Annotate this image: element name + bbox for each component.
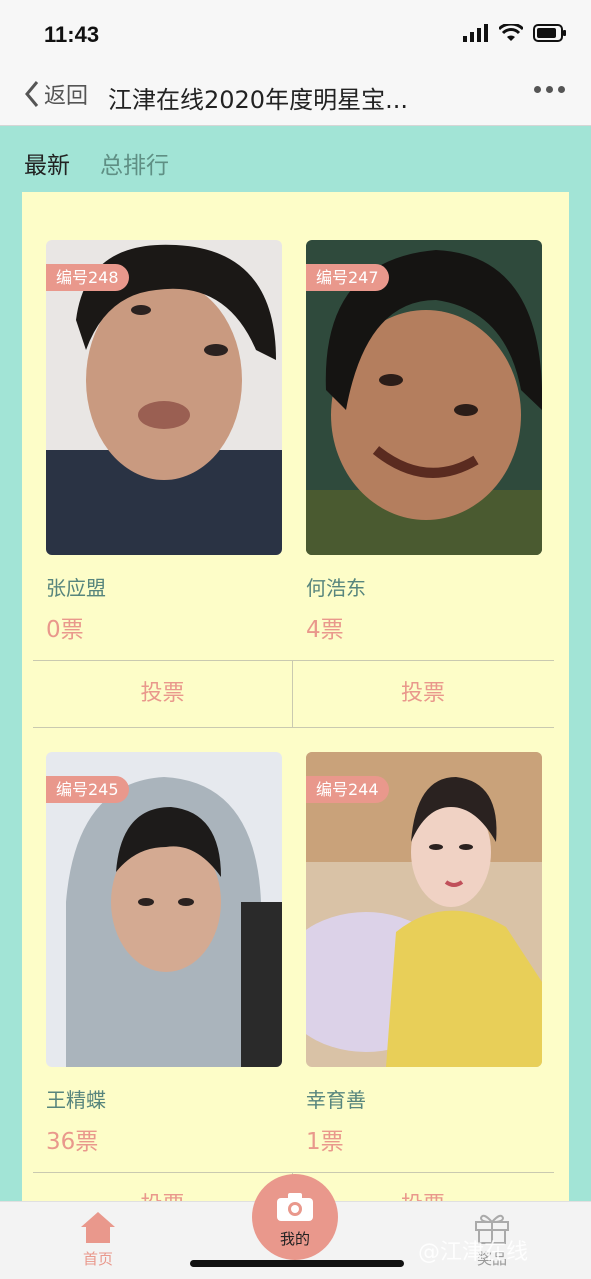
contestant-votes: 1票 [306,1129,344,1155]
contestant-number-badge: 编号248 [46,264,129,291]
contestant-name: 幸育善 [306,1088,366,1112]
home-icon [81,1212,115,1243]
tab-ranking[interactable]: 总排行 [100,146,169,180]
tab-mine-label: 我的 [279,1230,310,1248]
wifi-icon [499,24,523,41]
chevron-left-icon [25,81,39,107]
more-dot-icon [534,86,541,93]
home-indicator [190,1260,404,1267]
nav-bar: 返回 江津在线2020年度明星宝... [0,66,591,126]
contestant-name: 王精蝶 [46,1088,106,1112]
back-button[interactable]: 返回 [24,78,88,110]
more-menu-button[interactable] [534,86,565,93]
status-icons [463,24,567,42]
tab-mine[interactable]: 我的 [252,1174,338,1260]
back-label: 返回 [44,84,89,109]
status-bar: 11:43 [0,0,591,66]
camera-icon [277,1193,313,1221]
contestant-photo[interactable]: 编号244 [306,752,542,1067]
status-time: 11:43 [44,22,100,47]
tab-latest[interactable]: 最新 [24,146,70,180]
contestant-votes: 0票 [46,617,84,643]
contestant-number-badge: 编号244 [306,776,389,803]
vote-button[interactable]: 投票 [33,1173,293,1201]
tab-bar: 最新 总排行 [0,126,591,192]
contestant-list: 编号248 张应盟 0票 编号247 何浩东 4票 投票 投票 编号245 王精… [22,192,569,1201]
tab-home[interactable]: 首页 [48,1210,148,1269]
contestant-photo[interactable]: 编号245 [46,752,282,1067]
contestant-name: 何浩东 [306,576,366,600]
page-title: 江津在线2020年度明星宝... [108,86,408,114]
contestant-number-badge: 编号247 [306,264,389,291]
more-dot-icon [558,86,565,93]
contestant-number-badge: 编号245 [46,776,129,803]
contestant-photo[interactable]: 编号248 [46,240,282,555]
vote-button[interactable]: 投票 [33,661,293,728]
contestant-name: 张应盟 [46,576,106,600]
contestant-votes: 36票 [46,1129,99,1155]
vote-button[interactable]: 投票 [293,661,553,728]
more-dot-icon [546,86,553,93]
signal-icon [463,24,488,42]
battery-icon [533,24,566,42]
tab-home-label: 首页 [82,1250,113,1268]
vote-row: 投票 投票 [33,660,554,728]
contestant-votes: 4票 [306,617,344,643]
watermark: @江津在线 [418,1240,529,1265]
contestant-photo[interactable]: 编号247 [306,240,542,555]
